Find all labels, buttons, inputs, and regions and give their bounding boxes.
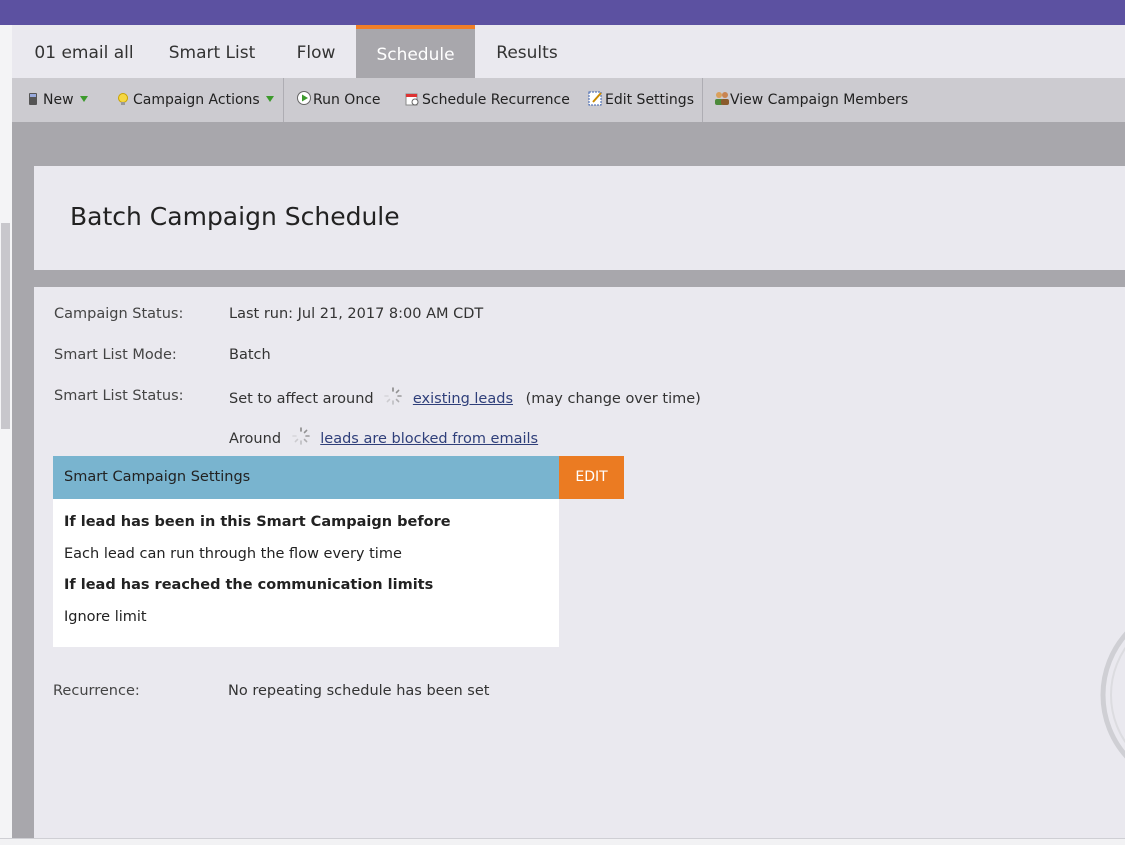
calendar-icon: [405, 80, 419, 106]
blocked-leads-row: Around leads are blocked from emails: [229, 427, 538, 447]
recurrence-value: No repeating schedule has been set: [228, 683, 490, 699]
schedule-recurrence-label: Schedule Recurrence: [422, 92, 570, 108]
top-header-bar: [0, 0, 1125, 25]
smart-list-status-label: Smart List Status:: [54, 388, 184, 404]
affect-prefix: Set to affect around: [229, 391, 374, 407]
edit-settings-button[interactable]: Edit Settings: [588, 78, 694, 122]
loading-spinner-icon: [291, 427, 310, 445]
run-once-icon: [296, 80, 311, 105]
edit-icon: [588, 80, 602, 106]
smart-list-mode-label: Smart List Mode:: [54, 347, 177, 363]
campaign-actions-label: Campaign Actions: [133, 92, 260, 108]
tab-program-name[interactable]: 01 email all: [20, 25, 148, 78]
existing-leads-link[interactable]: existing leads: [413, 391, 513, 407]
smart-list-status-value: Set to affect around existing leads (may…: [229, 387, 701, 407]
people-icon: [713, 80, 729, 105]
tab-results[interactable]: Results: [484, 25, 570, 78]
edit-settings-label: Edit Settings: [605, 92, 694, 108]
new-button[interactable]: New: [26, 78, 88, 122]
tab-schedule[interactable]: Schedule: [356, 25, 475, 78]
recurrence-label: Recurrence:: [53, 683, 140, 699]
tab-smart-list[interactable]: Smart List: [156, 25, 268, 78]
chevron-down-icon: [79, 96, 88, 102]
affect-suffix: (may change over time): [525, 391, 701, 407]
chevron-down-icon: [265, 96, 274, 102]
campaign-status-label: Campaign Status:: [54, 306, 184, 322]
settings-header: Smart Campaign Settings: [53, 456, 559, 499]
setting-answer-1: Each lead can run through the flow every…: [64, 546, 402, 562]
toolbar: New Campaign Actions Run Once Schedule R…: [12, 78, 1125, 123]
loading-spinner-icon: [384, 387, 403, 405]
setting-question-2: If lead has reached the communication li…: [64, 577, 434, 593]
setting-question-1: If lead has been in this Smart Campaign …: [64, 514, 451, 530]
blocked-leads-link[interactable]: leads are blocked from emails: [320, 431, 538, 447]
setting-answer-2: Ignore limit: [64, 609, 147, 625]
view-campaign-members-label: View Campaign Members: [730, 92, 909, 108]
lightbulb-icon: [116, 80, 130, 105]
smart-list-mode-value: Batch: [229, 347, 271, 363]
settings-body: If lead has been in this Smart Campaign …: [53, 499, 559, 647]
page-header-card: Batch Campaign Schedule: [34, 166, 1125, 270]
scroll-thumb[interactable]: [1, 223, 10, 429]
campaign-actions-button[interactable]: Campaign Actions: [116, 78, 274, 122]
run-once-label: Run Once: [313, 92, 381, 108]
new-label: New: [43, 92, 74, 108]
tab-flow[interactable]: Flow: [280, 25, 352, 78]
toolbar-divider: [702, 78, 703, 122]
schedule-recurrence-button[interactable]: Schedule Recurrence: [405, 78, 570, 122]
new-icon: [26, 80, 40, 105]
tab-bar: 01 email all Smart List Flow Schedule Re…: [12, 25, 1125, 78]
around-prefix: Around: [229, 431, 282, 447]
page-title: Batch Campaign Schedule: [70, 202, 400, 231]
clock-watermark-icon: [1100, 600, 1125, 790]
edit-settings-box-button[interactable]: EDIT: [559, 456, 624, 499]
schedule-details-panel: Campaign Status: Last run: Jul 21, 2017 …: [34, 287, 1125, 838]
run-once-button[interactable]: Run Once: [296, 78, 381, 122]
campaign-status-value: Last run: Jul 21, 2017 8:00 AM CDT: [229, 306, 484, 322]
view-campaign-members-button[interactable]: View Campaign Members: [713, 78, 908, 122]
toolbar-divider: [283, 78, 284, 122]
